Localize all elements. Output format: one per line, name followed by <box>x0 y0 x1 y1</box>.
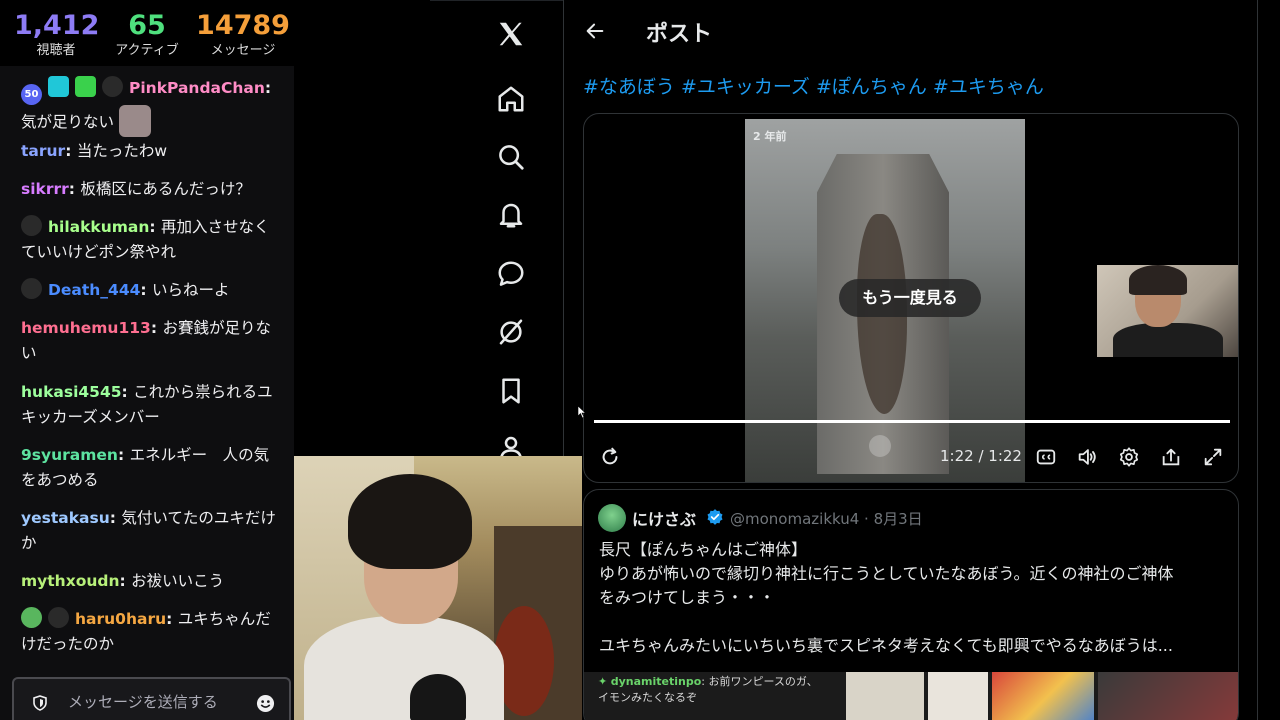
chat-text: お祓いいこう <box>131 572 225 590</box>
stream-stats: 1,412 視聴者 65 アクティブ 14789 メッセージ <box>0 0 294 66</box>
x-logo-icon[interactable] <box>496 19 526 49</box>
replay-icon[interactable] <box>599 446 621 468</box>
back-arrow-icon[interactable] <box>584 20 606 42</box>
messages-label: メッセージ <box>210 43 276 58</box>
grok-icon[interactable] <box>496 317 526 347</box>
quoted-post-text: 長尺【ぽんちゃんはご神体】 ゆりあが怖いので縁切り神社に行こうとしていたなあぼう… <box>599 538 1229 658</box>
settings-gear-icon[interactable] <box>1118 446 1140 468</box>
chat-message: hilakkuman: 再加入させなくていいけどポン祭やれ <box>21 215 283 265</box>
chat-text: 板橋区にあるんだっけ？ <box>80 180 251 198</box>
post-hashtags[interactable]: #なあぼう #ユキッカーズ #ぽんちゃん #ユキちゃん <box>583 72 1044 99</box>
column-divider <box>1257 0 1258 720</box>
mouse-cursor-icon <box>578 406 586 418</box>
quoted-text-line: ユキちゃんみたいにいちいち裏でスピネタ考えなくても即興でやるなあぼうは... <box>599 636 1173 655</box>
video-overlay-date: 2 年前 <box>753 130 787 143</box>
chat-message: 50 PinkPandaChan: 気が足りない <box>21 76 283 137</box>
chat-message-input[interactable] <box>68 689 248 715</box>
video-time: 1:22 / 1:22 <box>940 447 1022 465</box>
video-progress-bar[interactable] <box>594 420 1230 423</box>
chat-username[interactable]: PinkPandaChan <box>129 79 265 97</box>
chat-message: tarur: 当たったわw <box>21 142 167 160</box>
avatar-badge-icon <box>21 215 42 236</box>
chat-text: 気が足りない <box>21 113 115 131</box>
active-stat: 65 アクティブ <box>112 10 182 60</box>
messages-stat: 14789 メッセージ <box>196 10 290 60</box>
bits-badge-icon <box>48 76 69 97</box>
quoted-text-line <box>599 610 1229 634</box>
emoji-icon[interactable] <box>256 694 275 713</box>
scrub-handle[interactable] <box>869 435 891 457</box>
messages-count: 14789 <box>196 10 290 41</box>
shield-icon[interactable] <box>32 695 48 711</box>
volume-icon[interactable] <box>1076 446 1098 468</box>
active-label: アクティブ <box>115 43 179 58</box>
chat-username[interactable]: tarur <box>21 142 65 160</box>
chat-text: いらねーよ <box>152 281 230 299</box>
picture-in-picture-icon[interactable] <box>1160 446 1182 468</box>
chat-username[interactable]: hemuhemu113 <box>21 319 151 337</box>
subscriber-badge-icon: 50 <box>21 84 42 105</box>
bookmarks-icon[interactable] <box>496 376 526 406</box>
chat-message: yestakasu: 気付いてたのユキだけか <box>21 509 276 552</box>
thumbnail-image <box>1098 672 1238 720</box>
avatar-badge-icon <box>21 278 42 299</box>
chat-message: haru0haru: ユキちゃんだけだったのか <box>21 607 283 657</box>
chat-username[interactable]: mythxoudn <box>21 572 120 590</box>
chat-message: sikrrr: 板橋区にあるんだっけ？ <box>21 180 251 198</box>
chat-message: hukasi4545: これから祟られるユキッカーズメンバー <box>21 383 273 426</box>
viewers-stat: 1,412 視聴者 <box>14 10 100 60</box>
chat-text: 当たったわw <box>76 142 167 160</box>
thumbnail-image <box>928 672 988 720</box>
streamer-webcam <box>294 456 582 720</box>
thumbnail-chat: ✦ dynamitetinpo: お前ワンピースのガ、 イモンみたくなるぞ <box>598 675 818 704</box>
quoted-author-name[interactable]: にけさぶ <box>632 506 696 530</box>
chat-username[interactable]: haru0haru <box>75 610 166 628</box>
chat-panel: 1,412 視聴者 65 アクティブ 14789 メッセージ 50 PinkPan… <box>0 0 294 720</box>
quoted-text-line: 長尺【ぽんちゃんはご神体】 <box>599 540 808 559</box>
quoted-post[interactable]: にけさぶ @monomazikku4 · 8月3日 長尺【ぽんちゃんはご神体】 … <box>583 489 1239 720</box>
chat-username[interactable]: sikrrr <box>21 180 69 198</box>
viewers-count: 1,412 <box>14 10 100 41</box>
chat-input-box[interactable] <box>12 677 291 720</box>
home-icon[interactable] <box>496 84 526 114</box>
chat-username[interactable]: Death_444 <box>48 281 140 299</box>
thumbnail-image <box>846 672 924 720</box>
replay-button[interactable]: もう一度見る <box>839 279 981 317</box>
chat-message: 9syuramen: エネルギー 人の気をあつめる <box>21 446 270 489</box>
search-icon[interactable] <box>496 142 526 172</box>
chat-message: Death_444: いらねーよ <box>21 278 283 303</box>
fullscreen-icon[interactable] <box>1202 446 1224 468</box>
chat-username[interactable]: 9syuramen <box>21 446 118 464</box>
thumbnail-image <box>992 672 1094 720</box>
alien-badge-icon <box>21 607 42 628</box>
viewers-label: 視聴者 <box>36 43 76 58</box>
page-title: ポスト <box>646 22 713 47</box>
chat-message: mythxoudn: お祓いいこう <box>21 572 225 590</box>
avatar-badge-icon <box>102 76 123 97</box>
quoted-media-thumbnail[interactable]: ✦ dynamitetinpo: お前ワンピースのガ、 イモンみたくなるぞ <box>584 672 1238 720</box>
chat-username[interactable]: hilakkuman <box>48 218 149 236</box>
active-count: 65 <box>128 10 166 41</box>
messages-icon[interactable] <box>496 259 526 289</box>
avatar-badge-icon <box>48 607 69 628</box>
avatar[interactable] <box>598 504 626 532</box>
notifications-icon[interactable] <box>496 200 526 230</box>
guest-camera-pip <box>1097 265 1238 357</box>
quoted-text-line: をみつけてしまう・・・ <box>599 588 776 607</box>
gift-badge-icon <box>75 76 96 97</box>
quoted-handle-date: @monomazikku4 · 8月3日 <box>730 510 923 528</box>
chat-username[interactable]: yestakasu <box>21 509 110 527</box>
quoted-text-line: ゆりあが怖いので縁切り神社に行こうとしていたなあぼう。近くの神社のご神体 <box>599 564 1174 583</box>
emote-icon <box>118 105 151 137</box>
verified-badge-icon <box>707 509 723 525</box>
chat-username[interactable]: hukasi4545 <box>21 383 122 401</box>
captions-icon[interactable] <box>1035 446 1057 468</box>
chat-message: hemuhemu113: お賽銭が足りない <box>21 319 271 362</box>
